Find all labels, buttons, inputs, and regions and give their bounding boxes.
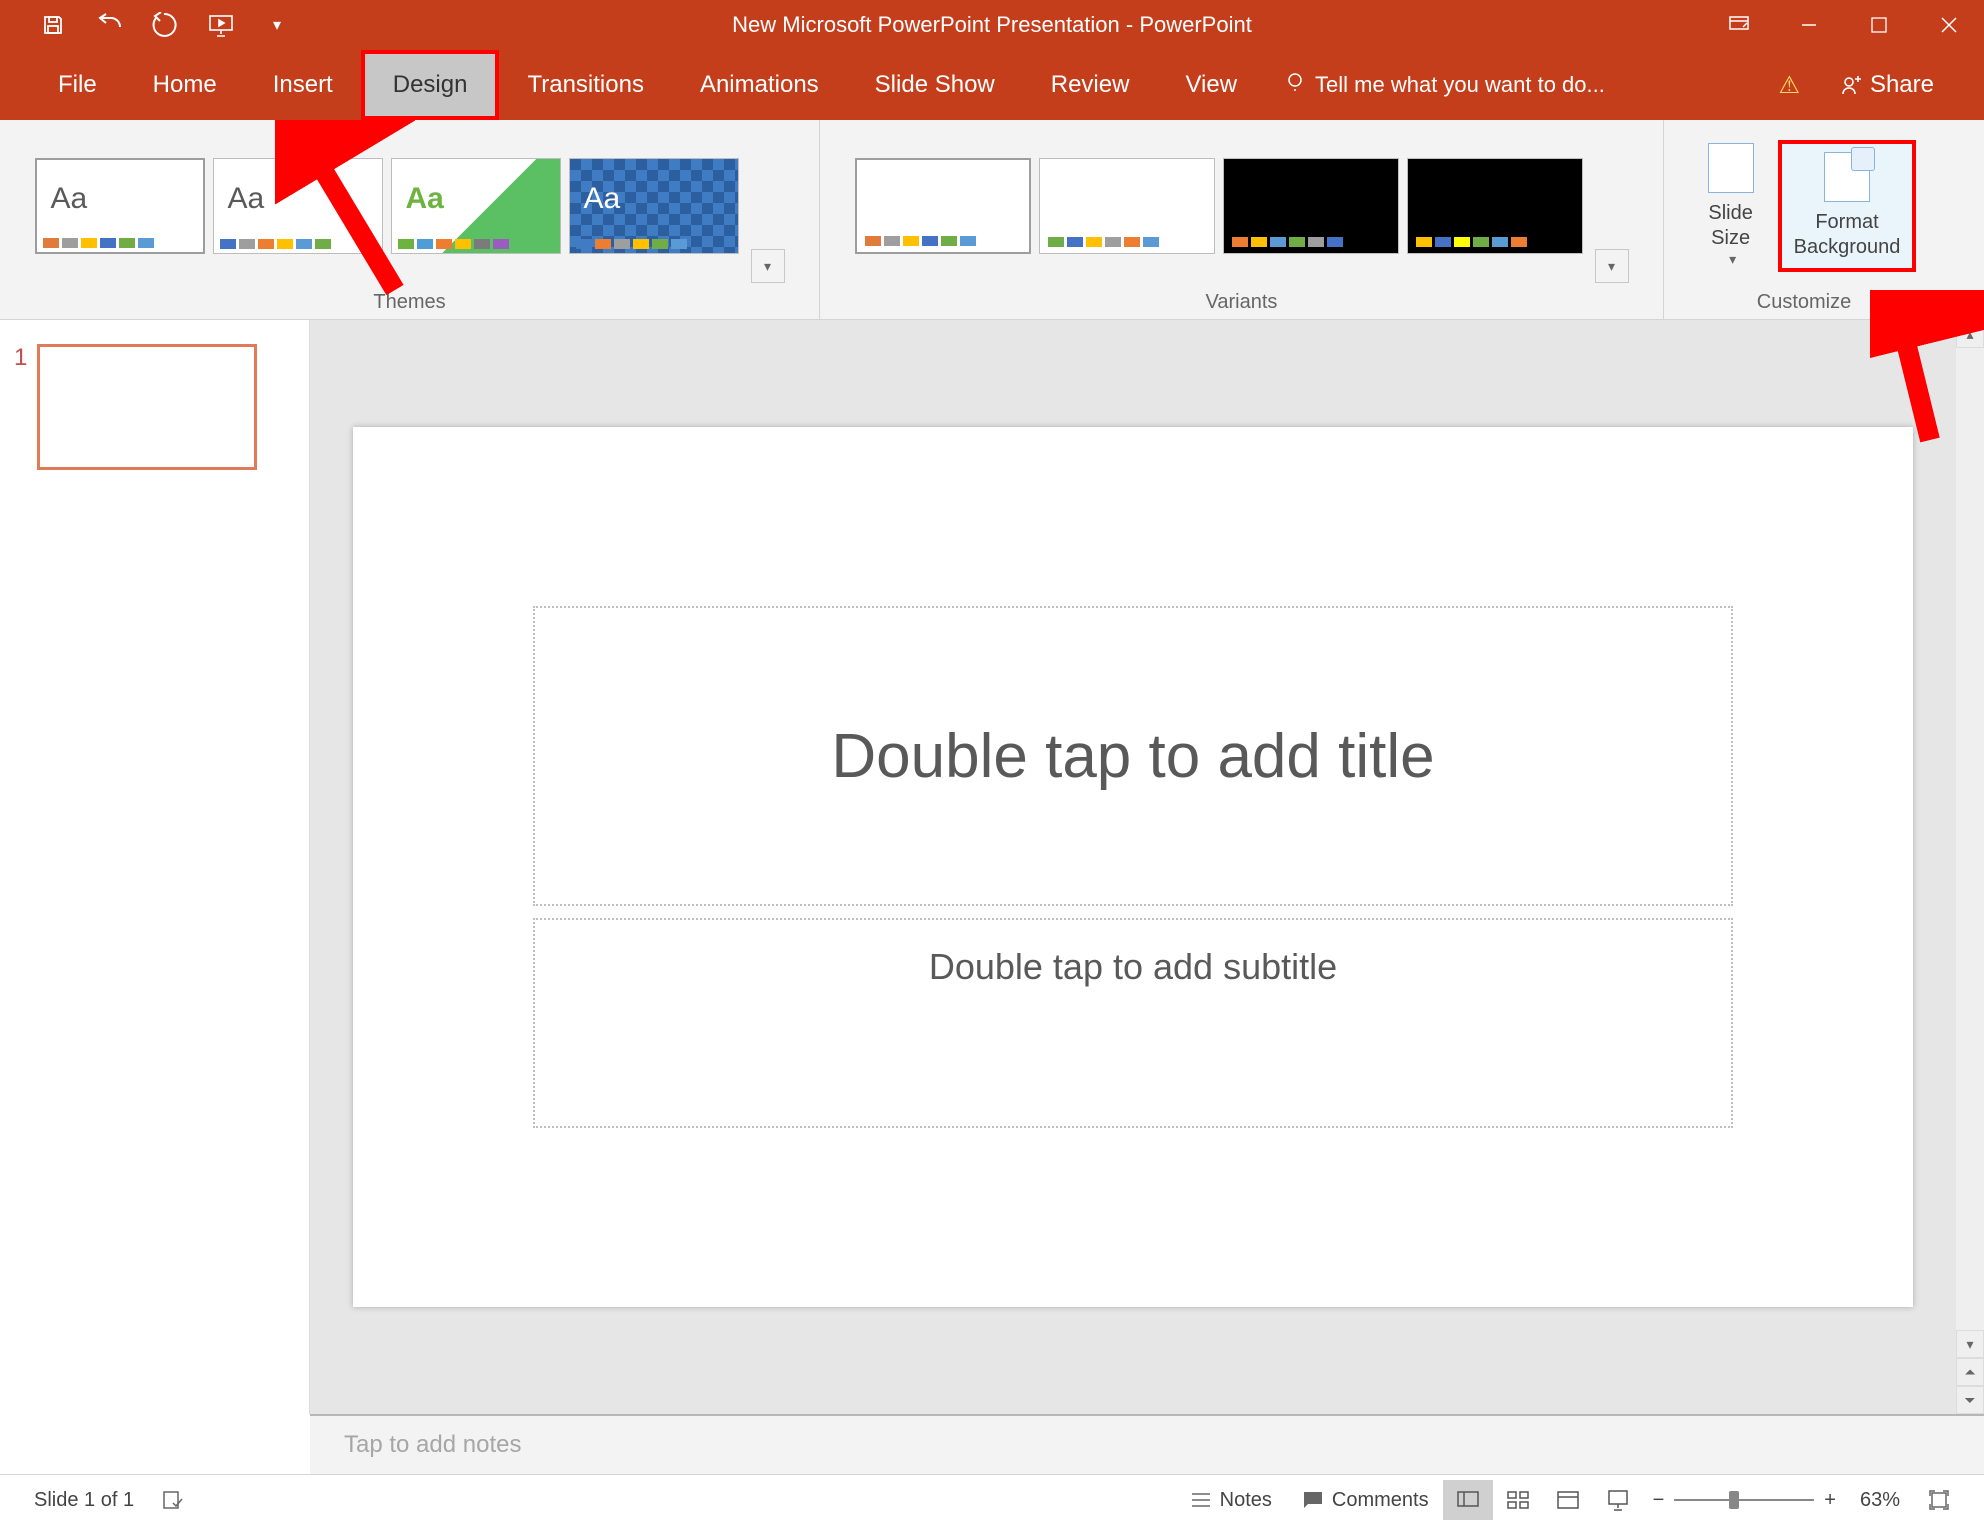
tab-review[interactable]: Review: [1023, 50, 1158, 120]
variant-2[interactable]: [1039, 158, 1215, 254]
ribbon-display-options-icon[interactable]: [1704, 0, 1774, 50]
notes-placeholder[interactable]: Tap to add notes: [310, 1414, 1984, 1474]
notes-toggle[interactable]: Notes: [1176, 1489, 1286, 1512]
share-button[interactable]: Share: [1820, 71, 1954, 99]
zoom-thumb[interactable]: [1729, 1491, 1739, 1509]
annotation-arrow-format-bg: [1870, 290, 1984, 450]
window-controls: [1704, 0, 1984, 50]
tab-transitions[interactable]: Transitions: [499, 50, 671, 120]
slide-thumbnail-1[interactable]: [37, 344, 257, 470]
slideshow-view-icon[interactable]: [1593, 1480, 1643, 1520]
variants-group: ▾ Variants: [820, 120, 1664, 320]
zoom-slider[interactable]: − +: [1643, 1489, 1846, 1512]
variant-3[interactable]: [1223, 158, 1399, 254]
variant-1[interactable]: [855, 158, 1031, 254]
slide-thumbnails-panel: 1: [0, 320, 310, 1414]
tell-me-label: Tell me what you want to do...: [1315, 72, 1605, 98]
close-icon[interactable]: [1914, 0, 1984, 50]
zoom-in-icon[interactable]: +: [1824, 1489, 1836, 1512]
tab-file[interactable]: File: [30, 50, 125, 120]
variants-more-dropdown[interactable]: ▾: [1595, 249, 1629, 283]
notes-row: Tap to add notes: [0, 1414, 1984, 1474]
tab-design[interactable]: Design: [361, 50, 500, 120]
spellcheck-icon[interactable]: [148, 1489, 198, 1511]
slide-size-icon: [1708, 143, 1754, 193]
scroll-track[interactable]: [1956, 348, 1984, 1330]
comments-toggle[interactable]: Comments: [1286, 1489, 1443, 1512]
vertical-scrollbar[interactable]: ▴ ▾ ⏶ ⏷: [1956, 320, 1984, 1414]
zoom-track[interactable]: [1674, 1499, 1814, 1501]
customize-qat-icon[interactable]: ▾: [262, 10, 292, 40]
slide-number-label: 1: [14, 344, 27, 470]
reading-view-icon[interactable]: [1543, 1480, 1593, 1520]
slide-counter: Slide 1 of 1: [20, 1489, 148, 1512]
ribbon-tab-strip: File Home Insert Design Transitions Anim…: [0, 50, 1984, 120]
format-background-icon: [1824, 152, 1870, 202]
chevron-down-icon: ▾: [1729, 251, 1736, 269]
customize-group-label: Customize: [1757, 291, 1851, 320]
tell-me-search[interactable]: Tell me what you want to do...: [1285, 72, 1605, 98]
workspace: 1 Double tap to add title Double tap to …: [0, 320, 1984, 1414]
warning-icon[interactable]: ⚠: [1778, 71, 1800, 100]
title-placeholder[interactable]: Double tap to add title: [533, 606, 1733, 906]
subtitle-placeholder[interactable]: Double tap to add subtitle: [533, 918, 1733, 1128]
tab-insert[interactable]: Insert: [245, 50, 361, 120]
zoom-percent[interactable]: 63%: [1846, 1489, 1914, 1512]
share-label: Share: [1870, 71, 1934, 99]
theme-office[interactable]: Aa: [35, 158, 205, 254]
undo-icon[interactable]: [94, 10, 124, 40]
slide-editor: Double tap to add title Double tap to ad…: [310, 320, 1956, 1414]
format-background-label: Format Background: [1794, 210, 1901, 260]
redo-icon[interactable]: [150, 10, 180, 40]
start-slideshow-icon[interactable]: [206, 10, 236, 40]
variants-group-label: Variants: [1206, 291, 1278, 320]
slide-size-button[interactable]: Slide Size ▾: [1692, 131, 1770, 281]
annotation-arrow-design: [275, 120, 415, 300]
theme-3[interactable]: Aa: [391, 158, 561, 254]
slide-sorter-view-icon[interactable]: [1493, 1480, 1543, 1520]
zoom-out-icon[interactable]: −: [1653, 1489, 1665, 1512]
theme-4[interactable]: Aa: [569, 158, 739, 254]
prev-slide-icon[interactable]: ⏶: [1956, 1358, 1984, 1386]
slide-canvas[interactable]: Double tap to add title Double tap to ad…: [353, 427, 1913, 1307]
tab-home[interactable]: Home: [125, 50, 245, 120]
normal-view-icon[interactable]: [1443, 1480, 1493, 1520]
tab-animations[interactable]: Animations: [672, 50, 847, 120]
variant-4[interactable]: [1407, 158, 1583, 254]
themes-more-dropdown[interactable]: ▾: [751, 249, 785, 283]
scroll-down-icon[interactable]: ▾: [1956, 1330, 1984, 1358]
slide-size-label: Slide Size: [1708, 201, 1752, 251]
format-background-button[interactable]: Format Background: [1778, 140, 1917, 272]
next-slide-icon[interactable]: ⏷: [1956, 1386, 1984, 1414]
status-bar: Slide 1 of 1 Notes Comments − + 63%: [0, 1474, 1984, 1525]
tab-view[interactable]: View: [1157, 50, 1265, 120]
quick-access-toolbar: ▾: [0, 10, 292, 40]
minimize-icon[interactable]: [1774, 0, 1844, 50]
restore-icon[interactable]: [1844, 0, 1914, 50]
save-icon[interactable]: [38, 10, 68, 40]
window-title: New Microsoft PowerPoint Presentation - …: [732, 12, 1252, 38]
fit-to-window-icon[interactable]: [1914, 1489, 1964, 1511]
title-bar: ▾ New Microsoft PowerPoint Presentation …: [0, 0, 1984, 50]
tab-slideshow[interactable]: Slide Show: [847, 50, 1023, 120]
